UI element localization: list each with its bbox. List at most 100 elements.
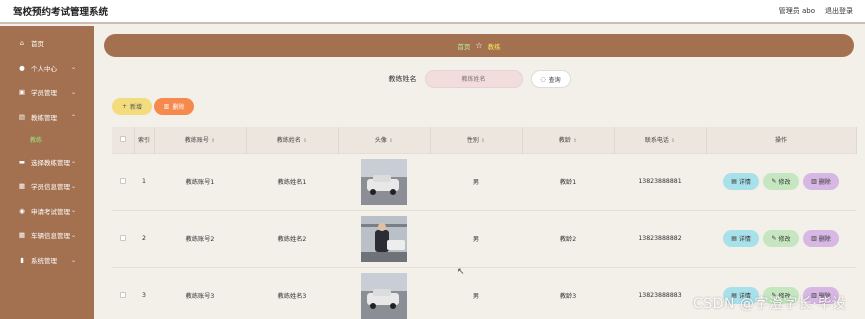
checkbox[interactable] <box>120 234 126 241</box>
search-row: 教练姓名 ◌ 查询 <box>94 69 865 89</box>
sidebar-item-student-info[interactable]: ▦ 学员信息管理 ⌄ <box>0 174 94 199</box>
header-gender[interactable]: 性别 ⇕ <box>430 127 523 153</box>
header-name[interactable]: 教练姓名 ⇕ <box>246 127 339 153</box>
sidebar-item-label: 车辆信息管理 <box>31 232 70 241</box>
header-index: 索引 <box>134 127 155 153</box>
sort-icon[interactable]: ⇕ <box>211 138 215 144</box>
top-right: 管理员 abo 退出登录 <box>779 6 853 16</box>
breadcrumb-home[interactable]: 首页 <box>457 41 470 51</box>
chart-icon: ▮ <box>20 256 24 265</box>
watermark: CSDN @字澄字长·毕设 <box>693 296 847 312</box>
mouse-cursor-icon: ↖ <box>457 267 465 277</box>
detail-label: 详情 <box>738 179 751 186</box>
sidebar-item-exam-apply[interactable]: ◉ 申请考试管理 ⌄ <box>0 199 94 224</box>
sidebar: ⌂ 首页 ● 个人中心 ⌄ ▣ 学员管理 ⌄ ▤ 教练管理 ⌃ 教练 ▬ 选择教… <box>0 26 94 319</box>
delete-button[interactable]: ▥ 删除 <box>154 98 194 115</box>
action-row: + 新增 ▥ 删除 <box>112 98 194 115</box>
sidebar-item-home[interactable]: ⌂ 首页 <box>0 31 94 56</box>
chevron-down-icon: ⌄ <box>70 182 76 190</box>
cell-phone: 13823888881 <box>614 152 706 210</box>
sort-icon[interactable]: ⇕ <box>481 138 485 144</box>
chevron-down-icon: ⌄ <box>70 158 76 166</box>
chevron-down-icon: ⌄ <box>70 231 76 239</box>
cell-gender: 男 <box>430 209 522 267</box>
delete-button-label: 删除 <box>172 104 185 111</box>
sort-icon[interactable]: ⇕ <box>389 138 393 144</box>
header-label: 教龄 <box>558 137 571 145</box>
sidebar-item-personal-center[interactable]: ● 个人中心 ⌄ <box>0 56 94 81</box>
sidebar-item-vehicle-info[interactable]: ▦ 车辆信息管理 ⌄ <box>0 223 94 248</box>
sort-icon[interactable]: ⇕ <box>303 138 307 144</box>
sidebar-item-student[interactable]: ▣ 学员管理 ⌄ <box>0 80 94 105</box>
cell-account: 教练账号3 <box>154 266 246 319</box>
header-select-all[interactable] <box>112 127 135 153</box>
search-icon: ◌ <box>540 75 546 83</box>
header-actions: 操作 <box>706 127 857 153</box>
chevron-down-icon: ⌄ <box>70 64 76 72</box>
header-account[interactable]: 教练账号 ⇕ <box>154 127 247 153</box>
cell-index: 2 <box>134 209 154 267</box>
detail-button[interactable]: ▤ 详情 <box>723 173 760 190</box>
cell-age: 教龄3 <box>522 266 614 319</box>
checkbox[interactable] <box>120 177 126 184</box>
add-button[interactable]: + 新增 <box>112 98 152 115</box>
sidebar-item-select-coach[interactable]: ▬ 选择教练管理 ⌄ <box>0 149 94 174</box>
header-label: 教练账号 <box>184 137 209 145</box>
admin-label: 管理员 abo <box>778 7 815 15</box>
plus-icon: + <box>121 103 127 110</box>
row-delete-button[interactable]: ▥ 删除 <box>802 173 839 190</box>
chevron-down-icon: ⌄ <box>70 256 76 264</box>
student-icon: ▣ <box>18 88 26 97</box>
search-button[interactable]: ◌ 查询 <box>530 70 571 88</box>
edit-button[interactable]: ✎ 修改 <box>763 230 799 247</box>
trash-icon: ▥ <box>811 235 817 242</box>
checkbox[interactable] <box>120 291 126 298</box>
chevron-down-icon: ⌄ <box>70 207 76 215</box>
sidebar-subitem-coach[interactable]: 教练 <box>0 129 94 149</box>
doc-icon: ▤ <box>731 178 737 185</box>
grid-icon: ▦ <box>18 231 26 240</box>
trash-icon: ▥ <box>811 178 817 185</box>
edit-button[interactable]: ✎ 修改 <box>763 173 799 190</box>
avatar-image <box>361 158 407 205</box>
cell-name: 教练姓名1 <box>246 152 338 210</box>
cell-actions: ▤ 详情 ✎ 修改 ▥ 删除 <box>706 152 856 210</box>
sidebar-item-coach[interactable]: ▤ 教练管理 ⌃ <box>0 105 94 130</box>
sidebar-item-label: 学员管理 <box>31 89 57 98</box>
search-button-label: 查询 <box>548 76 561 84</box>
table-row: 2 教练账号2 教练姓名2 男 教龄2 13823888882 ▤ 详情 ✎ 修改 … <box>112 209 856 267</box>
pencil-icon: ✎ <box>771 235 777 242</box>
header-age[interactable]: 教龄 ⇕ <box>522 127 615 153</box>
cell-avatar <box>338 209 430 267</box>
cell-age: 教龄1 <box>522 152 614 210</box>
user-icon: ● <box>19 63 25 72</box>
cell-index: 1 <box>134 152 154 210</box>
sidebar-item-label: 教练管理 <box>31 114 57 123</box>
avatar-image <box>361 215 407 262</box>
sort-icon[interactable]: ⇕ <box>671 138 675 144</box>
cell-avatar <box>338 266 430 319</box>
breadcrumb-current: 教练 <box>487 42 501 51</box>
header-label: 性别 <box>466 137 479 145</box>
top-bar: 驾校预约考试管理系统 管理员 abo 退出登录 <box>0 0 865 24</box>
sidebar-item-system[interactable]: ▮ 系统管理 ⌄ <box>0 248 94 273</box>
checkbox[interactable] <box>119 135 126 142</box>
cell-account: 教练账号2 <box>154 209 246 267</box>
search-label: 教练姓名 <box>388 75 417 83</box>
header-avatar[interactable]: 头像 ⇕ <box>338 127 431 153</box>
chevron-up-icon: ⌃ <box>70 113 76 121</box>
cell-name: 教练姓名3 <box>246 266 338 319</box>
add-button-label: 新增 <box>130 104 143 111</box>
cell-phone: 13823888882 <box>614 209 706 267</box>
pencil-icon: ✎ <box>771 178 777 185</box>
cell-age: 教龄2 <box>522 209 614 267</box>
detail-button[interactable]: ▤ 详情 <box>723 230 760 247</box>
logout-link[interactable]: 退出登录 <box>825 6 853 16</box>
sort-icon[interactable]: ⇕ <box>573 138 577 144</box>
app-title: 驾校预约考试管理系统 <box>13 7 109 18</box>
cell-actions: ▤ 详情 ✎ 修改 ▥ 删除 <box>706 209 856 267</box>
search-input[interactable] <box>424 70 523 88</box>
row-delete-button[interactable]: ▥ 删除 <box>802 230 839 247</box>
header-phone[interactable]: 联系电话 ⇕ <box>614 127 707 153</box>
chat-icon: ▬ <box>18 157 26 166</box>
